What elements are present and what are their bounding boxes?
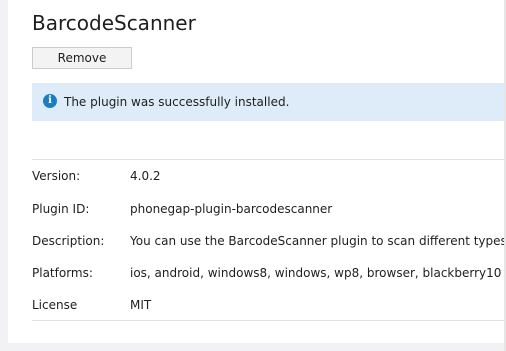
version-label: Version: bbox=[32, 169, 81, 183]
page-title: BarcodeScanner bbox=[32, 11, 196, 35]
details-row-license: License MIT bbox=[32, 296, 506, 314]
plugin-id-value: phonegap-plugin-barcodescanner bbox=[130, 202, 333, 216]
remove-button[interactable]: Remove bbox=[32, 47, 132, 69]
plugin-details-panel: BarcodeScanner Remove i The plugin was s… bbox=[8, 0, 506, 343]
description-label: Description: bbox=[32, 234, 105, 248]
platforms-value: ios, android, windows8, windows, wp8, br… bbox=[130, 266, 502, 280]
success-banner: i The plugin was successfully installed. bbox=[32, 83, 506, 121]
details-row-version: Version: 4.0.2 bbox=[32, 167, 506, 185]
details-divider-bottom bbox=[32, 320, 506, 321]
description-value: You can use the BarcodeScanner plugin to… bbox=[130, 234, 506, 248]
plugin-id-label: Plugin ID: bbox=[32, 202, 90, 216]
details-row-platforms: Platforms: ios, android, windows8, windo… bbox=[32, 264, 506, 282]
license-value: MIT bbox=[130, 298, 152, 312]
details-row-plugin-id: Plugin ID: phonegap-plugin-barcodescanne… bbox=[32, 200, 506, 218]
details-row-description: Description: You can use the BarcodeScan… bbox=[32, 232, 506, 250]
license-label: License bbox=[32, 298, 78, 312]
platforms-label: Platforms: bbox=[32, 266, 93, 280]
version-value: 4.0.2 bbox=[130, 169, 161, 183]
info-icon: i bbox=[43, 94, 57, 108]
details-divider-top bbox=[32, 159, 506, 160]
success-message: The plugin was successfully installed. bbox=[64, 95, 290, 109]
